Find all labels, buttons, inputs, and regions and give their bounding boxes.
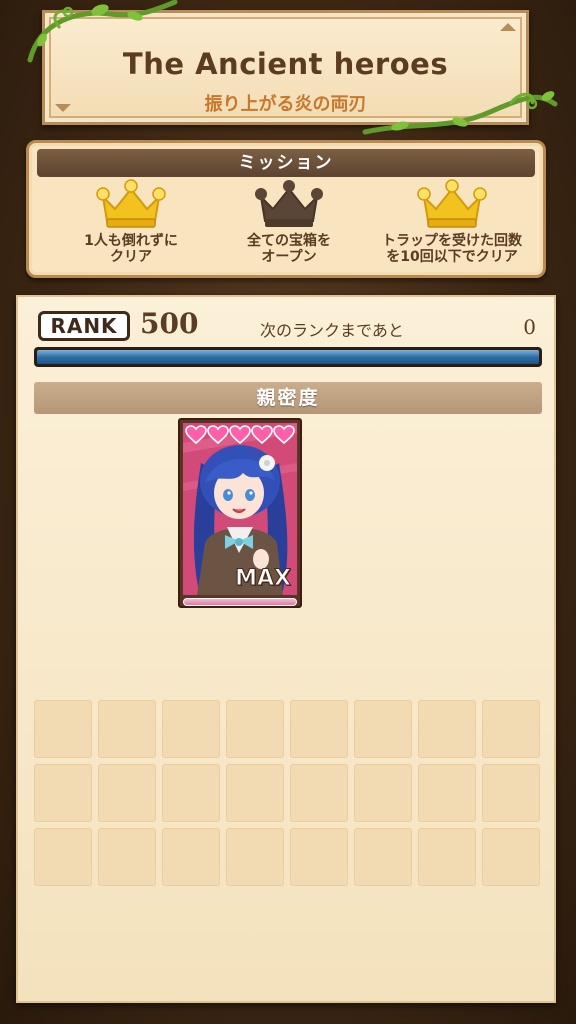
affection-gauge: [183, 598, 297, 606]
quest-title-panel: The Ancient heroes 振り上がる炎の両刃: [42, 10, 529, 125]
affection-header: 親密度: [34, 382, 542, 414]
empty-card-slot: [418, 700, 476, 758]
affection-max-label: MAX: [235, 566, 292, 592]
empty-card-slot: [162, 828, 220, 886]
empty-card-slot: [290, 700, 348, 758]
empty-card-slot: [34, 700, 92, 758]
empty-card-slot: [482, 764, 540, 822]
mission-item-3: トラップを受けた回数 を10回以下でクリア: [372, 179, 532, 265]
empty-card-slot: [98, 700, 156, 758]
character-portrait: MAX: [183, 423, 297, 595]
empty-card-slot: [34, 764, 92, 822]
corner-ornament-icon: [55, 104, 71, 112]
rank-badge: RANK: [38, 311, 130, 341]
empty-card-slot: [354, 828, 412, 886]
empty-card-slot: [418, 828, 476, 886]
heart-icon: [273, 425, 295, 445]
affection-gauge-fill: [184, 599, 296, 605]
mission-text: 1人も倒れずに クリア: [84, 233, 178, 265]
rank-progress-bar: [34, 347, 542, 367]
empty-card-slot: [418, 764, 476, 822]
character-card[interactable]: MAX: [178, 418, 302, 608]
empty-card-slot: [290, 764, 348, 822]
gold-crown-icon: [96, 179, 166, 228]
heart-icon: [251, 425, 273, 445]
empty-card-slot: [34, 828, 92, 886]
empty-card-slot: [354, 764, 412, 822]
result-panel: RANK 500 次のランクまであと 0 親密度 MAX: [16, 295, 556, 1003]
empty-card-slot: [226, 700, 284, 758]
gold-crown-icon: [417, 179, 487, 228]
heart-icon: [185, 425, 207, 445]
heart-icon: [229, 425, 251, 445]
empty-card-slot: [98, 764, 156, 822]
empty-card-slot: [354, 700, 412, 758]
empty-card-slot: [162, 700, 220, 758]
empty-card-slot: [162, 764, 220, 822]
quest-subtitle: 振り上がる炎の両刃: [204, 94, 367, 115]
corner-ornament-icon: [500, 23, 516, 31]
next-rank-label: 次のランクまであと: [260, 321, 404, 340]
mission-item-2: 全ての宝箱を オープン: [214, 179, 364, 265]
mission-panel: ミッション 1人も倒れずに クリア 全ての宝箱を オープン トラップを受けた回数…: [26, 140, 546, 278]
mission-header: ミッション: [37, 149, 535, 177]
rank-progress-fill: [37, 350, 539, 364]
mission-text: 全ての宝箱を オープン: [247, 233, 331, 265]
dark-crown-icon: [255, 180, 323, 227]
empty-card-slot: [226, 828, 284, 886]
card-slot-grid: [34, 700, 544, 886]
empty-card-slot: [482, 700, 540, 758]
mission-item-1: 1人も倒れずに クリア: [56, 179, 206, 265]
rank-value: 500: [140, 307, 199, 340]
next-rank-value: 0: [523, 315, 536, 339]
heart-icon: [207, 425, 229, 445]
empty-card-slot: [98, 828, 156, 886]
quest-title: The Ancient heroes: [122, 47, 449, 81]
mission-text: トラップを受けた回数 を10回以下でクリア: [382, 233, 522, 265]
empty-card-slot: [290, 828, 348, 886]
affection-hearts: [185, 425, 295, 445]
empty-card-slot: [482, 828, 540, 886]
empty-card-slot: [226, 764, 284, 822]
